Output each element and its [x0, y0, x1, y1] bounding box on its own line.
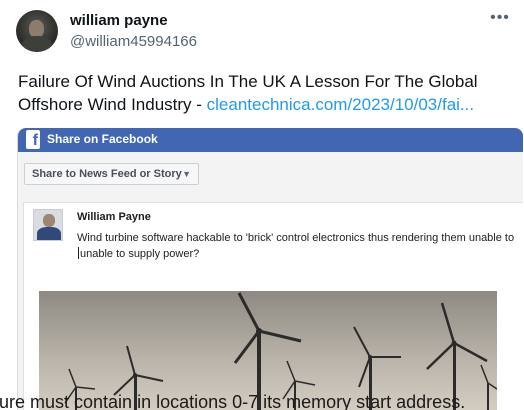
background-document-text: ure must contain in locations 0-7 its me…	[0, 391, 524, 410]
tweet-text-prefix: Offshore Wind Industry -	[18, 95, 207, 114]
article-link[interactable]: cleantechnica.com/2023/10/03/fai...	[207, 95, 474, 114]
chevron-down-icon: ▼	[182, 169, 191, 179]
post-author-name: William Payne	[77, 211, 151, 223]
post-text-part-1: Wind turbine software hackable to 'brick…	[77, 232, 515, 244]
avatar-body	[22, 36, 52, 52]
tweet-text-line-2: Offshore Wind Industry - cleantechnica.c…	[18, 93, 518, 116]
share-target-dropdown[interactable]: Share to News Feed or Story ▼	[24, 163, 199, 185]
more-horizontal-icon[interactable]: •••	[488, 10, 512, 32]
text-cursor	[78, 247, 79, 259]
embedded-screenshot[interactable]: f Share on Facebook Share to News Feed o…	[17, 128, 523, 410]
post-text-part-2: unable to supply power?	[80, 248, 200, 260]
avatar[interactable]	[16, 10, 58, 52]
facebook-share-bar: f Share on Facebook	[18, 128, 523, 152]
post-preview-card: William Payne Wind turbine software hack…	[23, 202, 523, 410]
facebook-logo-icon: f	[26, 130, 40, 149]
post-avatar-head	[43, 214, 55, 227]
tweet-text-line-1: Failure Of Wind Auctions In The UK A Les…	[18, 72, 478, 91]
post-text[interactable]: Wind turbine software hackable to 'brick…	[77, 230, 517, 262]
user-handle[interactable]: @william45994166	[70, 33, 197, 50]
facebook-share-title: Share on Facebook	[47, 132, 158, 146]
post-avatar-body	[37, 227, 61, 240]
display-name[interactable]: william payne	[70, 12, 168, 29]
share-target-label: Share to News Feed or Story	[32, 168, 182, 180]
tweet-header: william payne @william45994166 •••	[0, 0, 524, 62]
tweet-text: Failure Of Wind Auctions In The UK A Les…	[18, 70, 518, 116]
background-text: ure must contain in locations 0-7 its me…	[0, 392, 466, 410]
post-author-avatar	[33, 209, 63, 241]
